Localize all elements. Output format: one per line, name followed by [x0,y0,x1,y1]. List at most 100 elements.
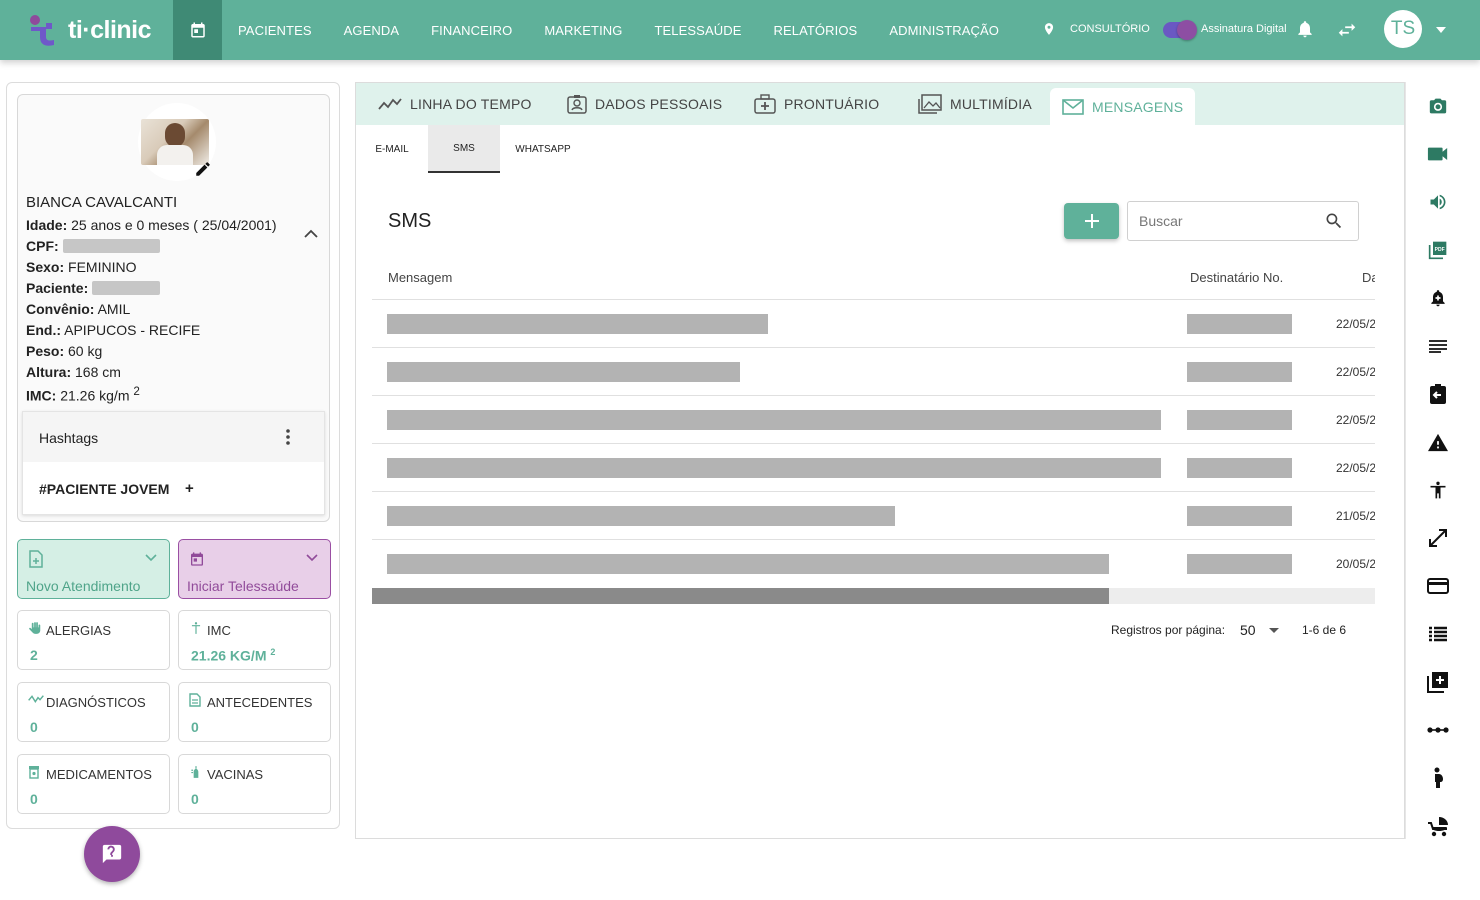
rows-per-page-caret-icon[interactable] [1269,628,1279,633]
row-date: 22/05/2 [1336,317,1375,331]
images-icon [918,94,942,114]
summary-diagnosticos[interactable]: DIAGNÓSTICOS 0 [17,682,170,742]
tab-label: LINHA DO TEMPO [410,96,532,112]
nav-relatorios[interactable]: RELATÓRIOS [773,23,857,38]
user-avatar[interactable]: TS [1384,10,1422,48]
table-row[interactable]: 21/05/2 [372,492,1375,540]
svg-text:PDF: PDF [1435,247,1445,253]
search-input[interactable] [1128,202,1318,240]
tab-linha-do-tempo[interactable]: LINHA DO TEMPO [378,83,532,125]
brand-name: ti·clinic [68,15,152,44]
table-row[interactable]: 20/05/2 [372,540,1375,588]
column-header-mensagem[interactable]: Mensagem [388,270,452,285]
accessibility-icon[interactable] [1426,478,1450,502]
patient-address: End.: APIPUCOS - RECIFE [26,322,200,338]
column-header-destinatario[interactable]: Destinatário No. [1190,270,1283,285]
list-icon[interactable] [1426,622,1450,646]
summary-imc[interactable]: IMC 21.26 KG/M 2 [178,610,331,670]
digital-signature-toggle[interactable] [1163,20,1197,40]
nav-agenda[interactable]: AGENDA [344,23,400,38]
calendar-button[interactable] [173,0,222,60]
nav-pacientes[interactable]: PACIENTES [238,23,312,38]
pdf-icon[interactable]: PDF [1426,238,1450,262]
table-row[interactable]: 22/05/2 [372,348,1375,396]
video-icon[interactable] [1426,142,1450,166]
nav-financeiro[interactable]: FINANCEIRO [431,23,512,38]
summary-value: 0 [30,791,38,807]
nav-telessaude[interactable]: TELESSAÚDE [655,23,742,38]
row-date: 22/05/2 [1336,461,1375,475]
table-row[interactable]: 22/05/2 [372,444,1375,492]
nav-administracao[interactable]: ADMINISTRAÇÃO [889,23,999,38]
hand-icon [29,622,41,634]
iniciar-telessaude-button[interactable]: Iniciar Telessaúde [178,539,331,599]
summary-title: IMC [207,623,231,638]
camera-icon[interactable] [1426,94,1450,118]
stroller-icon[interactable] [1426,814,1450,838]
add-hashtag-button[interactable]: + [185,480,194,497]
hashtags-title: Hashtags [39,430,99,446]
summary-alergias[interactable]: ALERGIAS 2 [17,610,170,670]
tab-label: MULTIMÍDIA [950,96,1032,112]
subtab-sms[interactable]: SMS [428,125,500,173]
rows-per-page-label: Registros por página: [1111,623,1226,637]
add-sms-button[interactable] [1064,203,1119,239]
alarm-add-icon[interactable] [1426,286,1450,310]
sex-value: FEMININO [68,259,137,275]
collapse-chevron-up-icon[interactable] [304,229,318,239]
hashtag-chip[interactable]: #PACIENTE JOVEM [39,481,169,497]
patient-id-masked [92,281,161,295]
message-redacted [387,458,1161,478]
horizontal-scrollbar[interactable] [372,588,1375,604]
scrollbar-thumb[interactable] [372,588,1109,604]
clipboard-arrow-icon[interactable] [1426,382,1450,406]
list-lines-icon[interactable] [1426,334,1450,358]
expand-icon[interactable] [1426,526,1450,550]
summary-vacinas[interactable]: VACINAS 0 [178,754,331,814]
toggle-knob [1177,20,1197,40]
summary-antecedentes[interactable]: ANTECEDENTES 0 [178,682,331,742]
plus-icon [1084,214,1099,228]
subtab-email[interactable]: E-MAIL [364,125,420,173]
nav-marketing[interactable]: MARKETING [544,23,622,38]
height-label: Altura: [26,364,72,380]
subtab-whatsapp[interactable]: WHATSAPP [508,125,578,173]
message-redacted [387,362,740,382]
kebab-menu-icon[interactable] [286,428,290,446]
row-date: 21/05/2 [1336,509,1375,523]
location-label[interactable]: CONSULTÓRIO [1070,23,1150,35]
chevron-down-icon [306,554,318,562]
location-pin-icon[interactable] [1042,20,1056,38]
logo-mark-icon [26,13,60,47]
user-menu-caret-icon[interactable] [1436,27,1446,33]
tab-prontuario[interactable]: PRONTUÁRIO [754,83,879,125]
speaker-icon[interactable] [1426,190,1450,214]
swap-icon[interactable] [1336,19,1358,41]
tab-multimidia[interactable]: MULTIMÍDIA [918,83,1032,125]
novo-atendimento-button[interactable]: Novo Atendimento [17,539,170,599]
rows-per-page-select[interactable]: 50 [1240,622,1256,638]
warning-icon[interactable] [1426,430,1450,454]
scale-icon [191,622,201,634]
table-row[interactable]: 22/05/2 [372,300,1375,348]
column-header-data[interactable]: Da [1362,270,1375,285]
search-icon[interactable] [1324,211,1344,231]
bell-icon[interactable] [1295,18,1315,40]
address-value: APIPUCOS - RECIFE [64,322,201,338]
tab-mensagens[interactable]: MENSAGENS [1050,88,1196,125]
summary-value: 21.26 KG/M 2 [191,647,275,664]
new-document-icon [29,550,43,568]
brand-logo[interactable]: ti·clinic [26,12,152,48]
pregnant-icon[interactable] [1426,766,1450,790]
summary-medicamentos[interactable]: MEDICAMENTOS 0 [17,754,170,814]
dots-line-icon[interactable] [1426,718,1450,742]
table-row[interactable]: 22/05/2 [372,396,1375,444]
calendar-icon [191,552,203,566]
tab-dados-pessoais[interactable]: DADOS PESSOAIS [567,83,722,125]
pagination-range: 1-6 de 6 [1302,623,1347,637]
card-icon[interactable] [1426,574,1450,598]
add-box-icon[interactable] [1426,670,1450,694]
edit-photo-pencil-icon[interactable] [194,160,212,178]
iniciar-telessaude-label: Iniciar Telessaúde [187,578,299,594]
help-button[interactable] [84,826,140,882]
